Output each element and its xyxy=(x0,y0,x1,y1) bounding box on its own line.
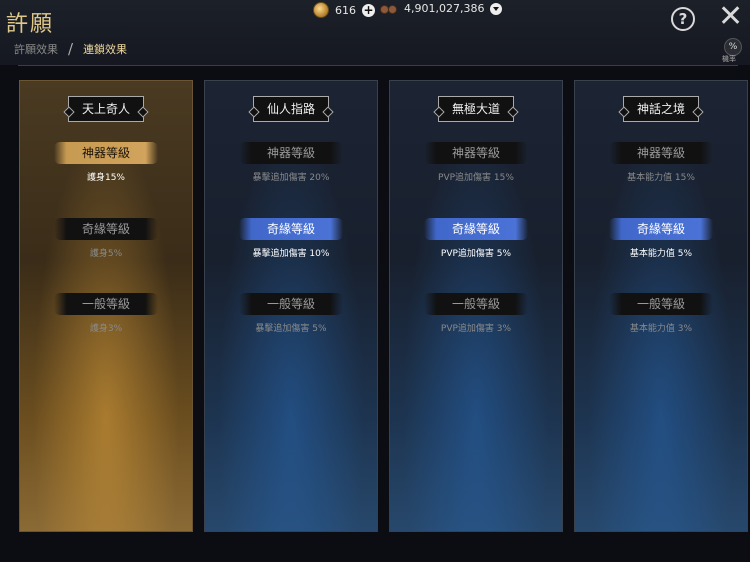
add-currency-icon[interactable]: + xyxy=(362,3,375,17)
tier-row: 一般等級護身3% xyxy=(20,293,192,334)
tier-label: 神器等級 xyxy=(239,142,343,164)
tier-row: 神器等級 PVP追加傷害 15% xyxy=(390,142,562,183)
page-title: 許願 xyxy=(6,12,55,37)
currency-dropdown-icon[interactable] xyxy=(490,2,503,15)
tier-label: 一般等級 xyxy=(424,293,528,315)
tier-description: PVP追加傷害 5% xyxy=(440,249,512,259)
tab-chain-effect[interactable]: 連鎖效果 xyxy=(83,41,127,57)
tier-description: PVP追加傷害 15% xyxy=(438,173,514,183)
silver-amount: 4,901,027,386 xyxy=(404,2,485,15)
gold-coin-icon xyxy=(313,2,329,18)
tier-label: 一般等級 xyxy=(609,293,713,315)
effect-card[interactable]: 天上奇人神器等級護身15% 奇緣等級護身5% 一般等級護身3% xyxy=(19,80,193,532)
tier-description: 基本能力值 3% xyxy=(629,324,693,334)
tier-label: 神器等級 xyxy=(424,142,528,164)
bead-currency-icon xyxy=(380,3,398,15)
tier-description: 暴擊追加傷害 20% xyxy=(252,173,330,183)
tier-row: 神器等級護身15% xyxy=(20,142,192,183)
tab-bar: 許願效果 / 連鎖效果 xyxy=(14,40,127,58)
tier-row: 奇緣等級護身5% xyxy=(20,218,192,259)
card-title: 天上奇人 xyxy=(68,96,144,122)
tier-label: 神器等級 xyxy=(609,142,713,164)
silver-currency: 4,901,027,386 xyxy=(380,2,503,15)
card-title: 神話之境 xyxy=(623,96,699,122)
tier-row: 神器等級基本能力值 15% xyxy=(575,142,747,183)
tab-wish-effect[interactable]: 許願效果 xyxy=(14,41,58,57)
tier-description: 基本能力值 5% xyxy=(629,249,693,259)
tier-row: 奇緣等級基本能力值 5% xyxy=(575,218,747,259)
tier-label: 一般等級 xyxy=(239,293,343,315)
tier-row: 一般等級暴擊追加傷害 5% xyxy=(205,293,377,334)
tier-row: 一般等級 PVP追加傷害 3% xyxy=(390,293,562,334)
tier-description: 護身3% xyxy=(89,324,123,334)
tier-label: 神器等級 xyxy=(54,142,158,164)
tier-description: 基本能力值 15% xyxy=(627,173,695,183)
effect-card[interactable]: 仙人指路 神器等級 暴擊追加傷害 20% 奇緣等級 暴擊追加傷害 10% 一般等級 暴擊追加… xyxy=(204,80,378,532)
tier-label: 一般等級 xyxy=(54,293,158,315)
tier-description: 暴擊追加傷害 5% xyxy=(255,324,327,334)
card-title: 仙人指路 xyxy=(253,96,329,122)
tier-description: 護身15% xyxy=(86,173,125,183)
tier-description: PVP追加傷害 3% xyxy=(440,324,512,334)
tier-label: 奇緣等級 xyxy=(609,218,713,240)
tier-description: 護身5% xyxy=(89,249,123,259)
tier-row: 奇緣等級暴擊追加傷害 10% xyxy=(205,218,377,259)
help-icon[interactable]: ? xyxy=(671,7,695,31)
tier-label: 奇緣等級 xyxy=(424,218,528,240)
header-divider xyxy=(18,65,738,66)
tier-label: 奇緣等級 xyxy=(239,218,343,240)
tier-row: 神器等級暴擊追加傷害 20% xyxy=(205,142,377,183)
gold-currency: 616 + xyxy=(313,2,375,18)
tier-label: 奇緣等級 xyxy=(54,218,158,240)
effect-card[interactable]: 無極大道神器等級 PVP追加傷害 15% 奇緣等級 PVP追加傷害 5% 一般等級 PVP… xyxy=(389,80,563,532)
effect-card[interactable]: 神話之境神器等級基本能力值 15% 奇緣等級基本能力值 5% 一般等級基本能力值 3… xyxy=(574,80,748,532)
gold-amount: 616 xyxy=(335,3,356,17)
tier-row: 奇緣等級 PVP追加傷害 5% xyxy=(390,218,562,259)
card-title: 無極大道 xyxy=(438,96,514,122)
rate-label: 機率 xyxy=(722,55,736,63)
tier-description: 暴擊追加傷害 10% xyxy=(252,249,330,259)
tier-row: 一般等級基本能力值 3% xyxy=(575,293,747,334)
close-icon[interactable]: ✕ xyxy=(718,2,743,32)
tab-separator: / xyxy=(68,40,74,58)
